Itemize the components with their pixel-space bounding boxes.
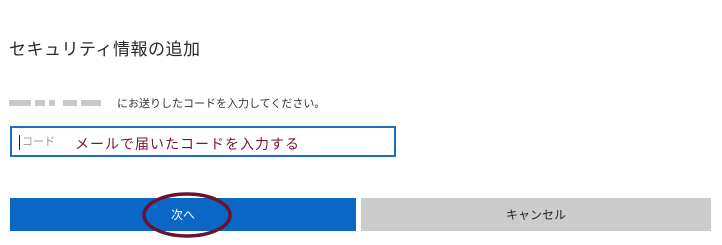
- text-caret: [19, 135, 20, 150]
- masked-email-address: [9, 97, 109, 109]
- next-button[interactable]: 次へ: [10, 198, 356, 231]
- page-title: セキュリティ情報の追加: [9, 40, 201, 60]
- instruction-row: にお送りしたコードを入力してください。: [9, 93, 325, 113]
- handwritten-annotation: メールで届いたコードを入力する: [75, 137, 300, 153]
- code-field[interactable]: メールで届いたコードを入力する: [10, 126, 396, 157]
- cancel-button[interactable]: キャンセル: [361, 198, 711, 231]
- instruction-text: にお送りしたコードを入力してください。: [117, 97, 326, 110]
